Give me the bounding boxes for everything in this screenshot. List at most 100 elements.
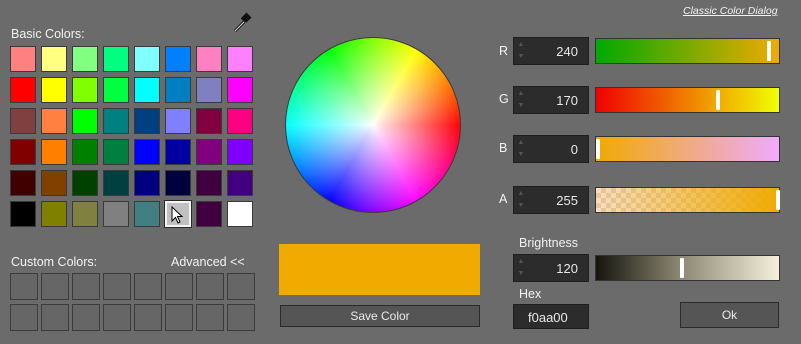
basic-color-swatch[interactable] bbox=[196, 46, 222, 72]
basic-color-swatch[interactable] bbox=[10, 139, 36, 165]
basic-color-swatch[interactable] bbox=[227, 108, 253, 134]
a-value[interactable]: 255 bbox=[556, 193, 578, 208]
spin-arrows-icon[interactable]: ▲ ▼ bbox=[516, 188, 526, 212]
a-slider[interactable] bbox=[595, 187, 780, 213]
brightness-spinbox[interactable]: ▲ ▼ 120 bbox=[513, 254, 589, 282]
save-color-button[interactable]: Save Color bbox=[280, 305, 480, 327]
brightness-value[interactable]: 120 bbox=[556, 261, 578, 276]
eyedropper-icon[interactable] bbox=[231, 10, 253, 34]
basic-color-swatch[interactable] bbox=[10, 170, 36, 196]
basic-color-swatch[interactable] bbox=[196, 201, 222, 227]
basic-color-swatch[interactable] bbox=[165, 170, 191, 196]
basic-color-swatch[interactable] bbox=[227, 139, 253, 165]
basic-color-swatch[interactable] bbox=[165, 77, 191, 103]
basic-color-swatch[interactable] bbox=[227, 201, 253, 227]
basic-color-swatch[interactable] bbox=[134, 201, 160, 227]
spin-arrows-icon[interactable]: ▲ ▼ bbox=[516, 39, 526, 63]
custom-color-slot[interactable] bbox=[41, 304, 69, 331]
spin-arrows-icon[interactable]: ▲ ▼ bbox=[516, 137, 526, 161]
custom-color-slot[interactable] bbox=[134, 304, 162, 331]
a-label: A bbox=[499, 192, 508, 206]
basic-color-swatch[interactable] bbox=[10, 77, 36, 103]
basic-color-swatch[interactable] bbox=[134, 139, 160, 165]
basic-color-swatch[interactable] bbox=[41, 46, 67, 72]
r-value[interactable]: 240 bbox=[556, 44, 578, 59]
custom-color-slot[interactable] bbox=[72, 273, 100, 300]
classic-color-dialog-link[interactable]: Classic Color Dialog bbox=[683, 5, 778, 17]
basic-color-swatch[interactable] bbox=[41, 201, 67, 227]
basic-color-swatch[interactable] bbox=[227, 46, 253, 72]
spin-arrows-icon[interactable]: ▲ ▼ bbox=[516, 88, 526, 112]
brightness-slider-thumb[interactable] bbox=[680, 258, 684, 278]
g-slider-thumb[interactable] bbox=[716, 90, 720, 110]
custom-color-slot[interactable] bbox=[196, 304, 224, 331]
a-slider-thumb[interactable] bbox=[776, 190, 780, 210]
basic-color-swatch[interactable] bbox=[72, 46, 98, 72]
basic-color-swatch[interactable] bbox=[165, 46, 191, 72]
basic-color-swatch[interactable] bbox=[41, 139, 67, 165]
basic-color-swatch[interactable] bbox=[227, 170, 253, 196]
custom-color-slot[interactable] bbox=[41, 273, 69, 300]
basic-color-swatch[interactable] bbox=[134, 108, 160, 134]
color-wheel[interactable] bbox=[285, 37, 461, 213]
basic-color-swatch[interactable] bbox=[103, 170, 129, 196]
custom-color-slot[interactable] bbox=[103, 273, 131, 300]
basic-color-swatch[interactable] bbox=[196, 108, 222, 134]
basic-color-swatch[interactable] bbox=[41, 77, 67, 103]
ok-button[interactable]: Ok bbox=[680, 302, 779, 328]
custom-color-slot[interactable] bbox=[72, 304, 100, 331]
basic-colors-label: Basic Colors: bbox=[11, 27, 85, 41]
basic-color-swatch[interactable] bbox=[196, 77, 222, 103]
basic-color-swatch[interactable] bbox=[72, 139, 98, 165]
brightness-label: Brightness bbox=[519, 236, 579, 250]
basic-color-swatch[interactable] bbox=[103, 139, 129, 165]
r-slider[interactable] bbox=[595, 38, 780, 64]
b-value[interactable]: 0 bbox=[571, 142, 578, 157]
custom-color-slot[interactable] bbox=[10, 273, 38, 300]
basic-color-swatch[interactable] bbox=[134, 170, 160, 196]
a-spinbox[interactable]: ▲ ▼ 255 bbox=[513, 186, 589, 214]
basic-color-swatch[interactable] bbox=[134, 46, 160, 72]
basic-color-swatch[interactable] bbox=[41, 170, 67, 196]
basic-color-swatch[interactable] bbox=[134, 77, 160, 103]
basic-color-swatch[interactable] bbox=[10, 108, 36, 134]
basic-color-swatch[interactable] bbox=[72, 170, 98, 196]
basic-color-swatch[interactable] bbox=[103, 46, 129, 72]
basic-color-swatch[interactable] bbox=[10, 201, 36, 227]
b-spinbox[interactable]: ▲ ▼ 0 bbox=[513, 135, 589, 163]
hex-value[interactable]: f0aa00 bbox=[528, 310, 568, 325]
spin-arrows-icon[interactable]: ▲ ▼ bbox=[516, 256, 526, 280]
custom-color-slot[interactable] bbox=[165, 273, 193, 300]
r-slider-thumb[interactable] bbox=[767, 41, 771, 61]
basic-color-swatch[interactable] bbox=[103, 108, 129, 134]
advanced-toggle[interactable]: Advanced << bbox=[171, 255, 245, 269]
basic-color-swatch[interactable] bbox=[41, 108, 67, 134]
custom-color-slot[interactable] bbox=[227, 304, 255, 331]
basic-color-swatch[interactable] bbox=[227, 77, 253, 103]
basic-color-swatch[interactable] bbox=[164, 200, 192, 228]
basic-color-swatch[interactable] bbox=[165, 139, 191, 165]
basic-color-swatch[interactable] bbox=[103, 201, 129, 227]
basic-color-swatch[interactable] bbox=[72, 77, 98, 103]
custom-color-slot[interactable] bbox=[134, 273, 162, 300]
basic-color-swatch[interactable] bbox=[72, 201, 98, 227]
b-slider-thumb[interactable] bbox=[596, 139, 600, 159]
b-slider[interactable] bbox=[595, 136, 780, 162]
custom-color-slot[interactable] bbox=[103, 304, 131, 331]
basic-color-swatch[interactable] bbox=[165, 108, 191, 134]
hex-input[interactable]: f0aa00 bbox=[513, 304, 589, 329]
r-spinbox[interactable]: ▲ ▼ 240 bbox=[513, 37, 589, 65]
basic-color-swatch[interactable] bbox=[196, 139, 222, 165]
basic-color-swatch[interactable] bbox=[103, 77, 129, 103]
g-value[interactable]: 170 bbox=[556, 93, 578, 108]
custom-color-slot[interactable] bbox=[165, 304, 193, 331]
basic-color-swatch[interactable] bbox=[10, 46, 36, 72]
custom-color-slot[interactable] bbox=[10, 304, 38, 331]
basic-color-swatch[interactable] bbox=[196, 170, 222, 196]
g-slider[interactable] bbox=[595, 87, 780, 113]
custom-color-slot[interactable] bbox=[196, 273, 224, 300]
basic-color-swatch[interactable] bbox=[72, 108, 98, 134]
brightness-slider[interactable] bbox=[595, 255, 780, 281]
g-spinbox[interactable]: ▲ ▼ 170 bbox=[513, 86, 589, 114]
custom-color-slot[interactable] bbox=[227, 273, 255, 300]
